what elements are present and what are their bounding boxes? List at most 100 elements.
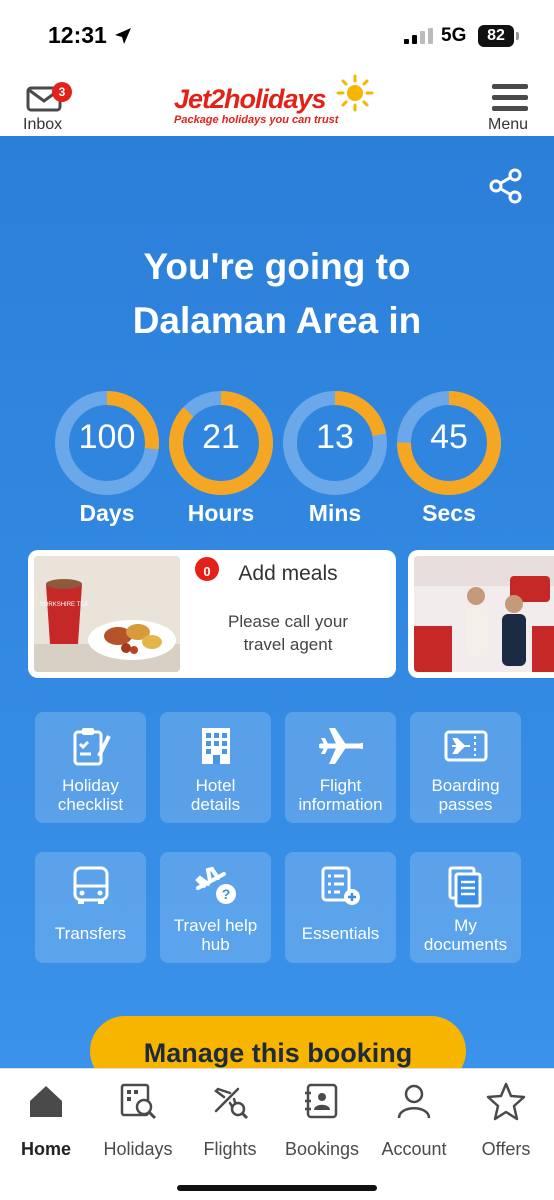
tile-label: Travel help hub: [160, 916, 271, 954]
countdown-headline: You're going to Dalaman Area in: [0, 240, 554, 348]
subtitle-line2: travel agent: [243, 635, 333, 654]
sun-logo-icon: [336, 74, 374, 112]
tile-label-line1: Holiday: [62, 776, 119, 795]
nav-flights-label: Flights: [203, 1139, 257, 1159]
clipboard-check-icon: [73, 728, 111, 766]
bookings-icon: [305, 1083, 338, 1119]
tile-label: Holiday checklist: [35, 776, 146, 814]
bus-icon: [73, 866, 108, 904]
subtitle-line1: Please call your: [227, 612, 348, 631]
nav-flights[interactable]: Flights: [184, 1081, 276, 1161]
inbox-label: Inbox: [23, 116, 63, 133]
nav-home[interactable]: Home: [0, 1081, 92, 1161]
tile-label: Boarding passes: [410, 776, 521, 814]
add-meals-card[interactable]: YORKSHIRE TEA 0 Add meals Please call yo…: [28, 550, 396, 678]
menu-button[interactable]: Menu: [486, 78, 536, 133]
nav-holidays[interactable]: Holidays: [92, 1081, 184, 1161]
tile-label-line2: passes: [438, 795, 493, 814]
inbox-badge: 3: [52, 82, 72, 102]
battery-icon: 82: [478, 25, 514, 47]
tile-label: Hotel details: [160, 776, 271, 814]
tile-boarding-passes[interactable]: Boarding passes: [410, 712, 521, 823]
tile-label-line1: My: [454, 916, 477, 935]
app-header: 3 Inbox Jet2holidays Package holidays yo…: [0, 72, 554, 136]
status-time: 12:31: [48, 22, 107, 48]
headline-line2: Dalaman Area in: [132, 300, 422, 341]
main-content: You're going to Dalaman Area in 100 Days…: [0, 136, 554, 1068]
status-bar: 12:31 5G 82: [0, 0, 554, 72]
nav-bookings[interactable]: Bookings: [276, 1081, 368, 1161]
tile-label-line2: details: [190, 795, 241, 814]
tile-my-documents[interactable]: My documents: [410, 852, 521, 963]
bottom-navigation: Home Holidays Flights Bookings Account O…: [0, 1068, 554, 1200]
tile-label: Essentials: [285, 924, 396, 943]
add-meals-subtitle: Please call your travel agent: [188, 610, 388, 656]
secs-value: 45: [430, 418, 468, 456]
tile-flight-information[interactable]: Flight information: [285, 712, 396, 823]
add-meals-title: Add meals: [238, 562, 338, 585]
checklist-add-icon: [321, 866, 360, 905]
logo-tagline: Package holidays you can trust: [174, 114, 339, 126]
manage-booking-label: Manage this booking: [143, 1038, 413, 1068]
tile-label-line1: Hotel: [195, 776, 236, 795]
jet2holidays-logo[interactable]: Jet2holidays Package holidays you can tr…: [170, 74, 376, 130]
manage-booking-button[interactable]: Manage this booking: [90, 1016, 466, 1068]
tile-travel-help-hub[interactable]: ? Travel help hub: [160, 852, 271, 963]
cabin-bag-card[interactable]: [408, 550, 554, 678]
cabin-crew-image: [414, 556, 554, 672]
hotel-icon: [201, 728, 230, 764]
mins-label: Mins: [308, 500, 362, 526]
tile-hotel-details[interactable]: Hotel details: [160, 712, 271, 823]
signal-icon: [404, 28, 433, 44]
boarding-pass-icon: [444, 730, 487, 762]
menu-label: Menu: [488, 116, 529, 133]
nav-offers[interactable]: Offers: [460, 1081, 552, 1161]
countdown-rings: 100 Days 21 Hours 13 Mins 45 Secs: [0, 388, 554, 528]
tile-label-line2: hub: [201, 935, 230, 954]
battery-level: 82: [487, 27, 505, 44]
tile-label-line1: Flight: [319, 776, 362, 795]
location-arrow-icon: [115, 28, 131, 44]
cup-label: YORKSHIRE TEA: [40, 602, 89, 608]
days-label: Days: [79, 500, 135, 526]
hours-value: 21: [202, 418, 240, 456]
share-icon[interactable]: [488, 168, 524, 204]
hours-label: Hours: [187, 500, 255, 526]
tile-label: Transfers: [35, 924, 146, 943]
flight-search-icon: [214, 1087, 249, 1120]
tile-label-line2: checklist: [57, 795, 124, 814]
countdown-hours: 21 Hours: [166, 388, 276, 528]
nav-account[interactable]: Account: [368, 1081, 460, 1161]
logo-text: Jet2holidays: [174, 84, 327, 114]
countdown-days: 100 Days: [52, 388, 162, 528]
secs-label: Secs: [422, 500, 476, 526]
headline-line1: You're going to: [143, 246, 411, 287]
tile-label-line1: Essentials: [301, 924, 380, 943]
countdown-secs: 45 Secs: [394, 388, 504, 528]
network-type: 5G: [441, 25, 467, 46]
countdown-mins: 13 Mins: [280, 388, 390, 528]
documents-icon: [448, 866, 481, 908]
account-icon: [397, 1084, 431, 1119]
plane-help-icon: ?: [194, 866, 236, 904]
tile-label-line1: Transfers: [54, 924, 127, 943]
nav-account-label: Account: [381, 1139, 447, 1159]
days-value: 100: [78, 418, 136, 456]
nav-home-label: Home: [20, 1139, 71, 1159]
tile-label-line2: information: [298, 795, 383, 814]
plane-icon: [318, 728, 363, 764]
tile-transfers[interactable]: Transfers: [35, 852, 146, 963]
star-icon: [486, 1082, 526, 1121]
nav-bookings-label: Bookings: [284, 1139, 360, 1159]
home-indicator: [177, 1185, 377, 1191]
tile-essentials[interactable]: Essentials: [285, 852, 396, 963]
battery-nub: [516, 32, 519, 40]
mins-value: 13: [316, 418, 354, 456]
tile-label-line1: Boarding: [431, 776, 500, 795]
tile-label: My documents: [410, 916, 521, 954]
home-icon: [30, 1086, 62, 1117]
tile-label-line1: Travel help: [173, 916, 258, 935]
tile-holiday-checklist[interactable]: Holiday checklist: [35, 712, 146, 823]
inbox-button[interactable]: 3 Inbox: [20, 78, 72, 133]
holidays-search-icon: [120, 1083, 157, 1120]
